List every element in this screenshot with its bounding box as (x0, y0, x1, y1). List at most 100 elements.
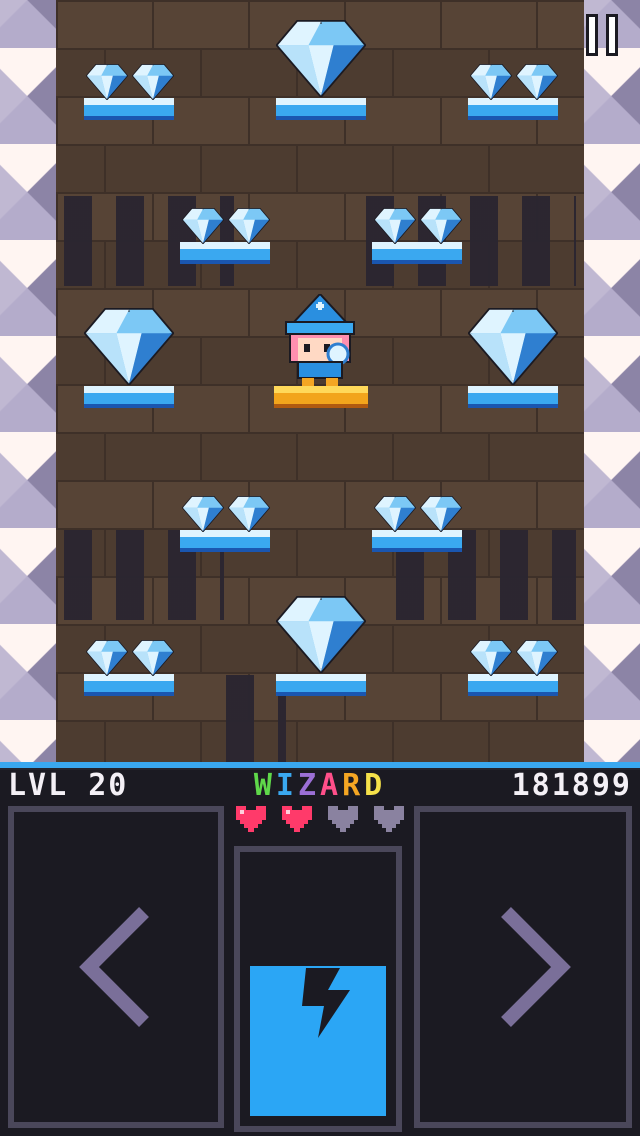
ice-platform (468, 386, 558, 408)
wall-stud-block (584, 240, 640, 336)
large-diamond-gem (84, 308, 174, 386)
plank-seam (248, 578, 250, 624)
large-diamond-gem (468, 308, 558, 386)
wood-plank-row (56, 144, 584, 192)
ice-platform (84, 386, 174, 408)
plank-seam (440, 98, 442, 144)
plank-seam (248, 2, 250, 48)
small-diamond-gem (228, 208, 270, 245)
ice-platform (372, 242, 462, 264)
small-diamond-gem (516, 640, 558, 677)
gold-platform (274, 386, 368, 408)
move-right-button[interactable] (414, 806, 632, 1128)
character-class-name: WIZARD (232, 768, 408, 803)
pause-icon-bar (606, 14, 618, 56)
small-diamond-gem (374, 496, 416, 533)
plank-seam (488, 146, 490, 192)
small-diamond-gem (182, 496, 224, 533)
ice-platform (180, 242, 270, 264)
wall-stud-block (584, 624, 640, 720)
plank-seam (296, 530, 298, 576)
plank-seam (200, 626, 202, 672)
plank-seam (104, 434, 106, 480)
power-button[interactable] (234, 846, 402, 1132)
wall-stud-block (0, 48, 56, 144)
ice-platform (180, 530, 270, 552)
plank-seam (56, 194, 58, 240)
plank-seam (200, 146, 202, 192)
plank-seam (344, 482, 346, 528)
ice-platform (84, 674, 174, 696)
plank-seam (200, 722, 202, 762)
wall-stud-block (584, 336, 640, 432)
plank-seam (296, 146, 298, 192)
wall-stud-block (0, 720, 56, 762)
small-diamond-gem (182, 208, 224, 245)
class-letter: D (364, 768, 387, 803)
plank-seam (392, 50, 394, 96)
plank-seam (296, 434, 298, 480)
hud-panel: LVL 20 WIZARD 181899 (0, 762, 640, 1136)
plank-seam (200, 338, 202, 384)
plank-seam (56, 674, 58, 720)
small-diamond-gem (132, 640, 174, 677)
small-diamond-gem (516, 64, 558, 101)
plank-seam (104, 146, 106, 192)
large-diamond-gem (276, 596, 366, 674)
wall-stud-block (0, 624, 56, 720)
plank-seam (536, 2, 538, 48)
plank-seam (248, 386, 250, 432)
plank-seam (392, 146, 394, 192)
wall-stud-block (0, 144, 56, 240)
wood-plank-row (56, 432, 584, 480)
plank-seam (200, 50, 202, 96)
ice-platform (468, 98, 558, 120)
plank-seam (56, 98, 58, 144)
plank-seam (248, 290, 250, 336)
plank-seam (56, 578, 58, 624)
plank-seam (248, 98, 250, 144)
plank-seam (296, 722, 298, 762)
wall-stud-block (584, 432, 640, 528)
plank-seam (392, 722, 394, 762)
ice-platform (372, 530, 462, 552)
level-label: LVL 20 (8, 768, 129, 803)
small-diamond-gem (420, 208, 462, 245)
plank-seam (152, 482, 154, 528)
wall-stud-block (584, 48, 640, 144)
plank-seam (392, 338, 394, 384)
pause-button[interactable] (582, 14, 622, 58)
wall-stud-block (584, 144, 640, 240)
plank-seam (488, 434, 490, 480)
lives-hearts (232, 802, 408, 836)
pause-icon (586, 14, 598, 56)
plank-seam (392, 626, 394, 672)
heart-icon (282, 806, 312, 832)
move-left-button[interactable] (8, 806, 224, 1128)
class-letter: W (253, 768, 276, 803)
plank-seam (488, 722, 490, 762)
wood-plank-row (56, 480, 584, 528)
wizard-player-sprite (285, 294, 355, 386)
plank-seam (56, 2, 58, 48)
plank-seam (296, 242, 298, 288)
ice-platform (468, 674, 558, 696)
ice-platform (84, 98, 174, 120)
plank-seam (440, 2, 442, 48)
wall-stud-block (584, 528, 640, 624)
class-letter: Z (297, 768, 320, 803)
plank-seam (440, 290, 442, 336)
large-diamond-gem (276, 20, 366, 98)
plank-seam (200, 434, 202, 480)
class-letter: R (342, 768, 365, 803)
plank-seam (56, 482, 58, 528)
wall-stud-block (0, 336, 56, 432)
small-diamond-gem (86, 64, 128, 101)
small-diamond-gem (470, 640, 512, 677)
wall-stud-block (0, 528, 56, 624)
plank-seam (536, 482, 538, 528)
wall-stud-block (0, 0, 56, 48)
plank-seam (392, 434, 394, 480)
wood-plank-row (56, 720, 584, 762)
small-diamond-gem (470, 64, 512, 101)
